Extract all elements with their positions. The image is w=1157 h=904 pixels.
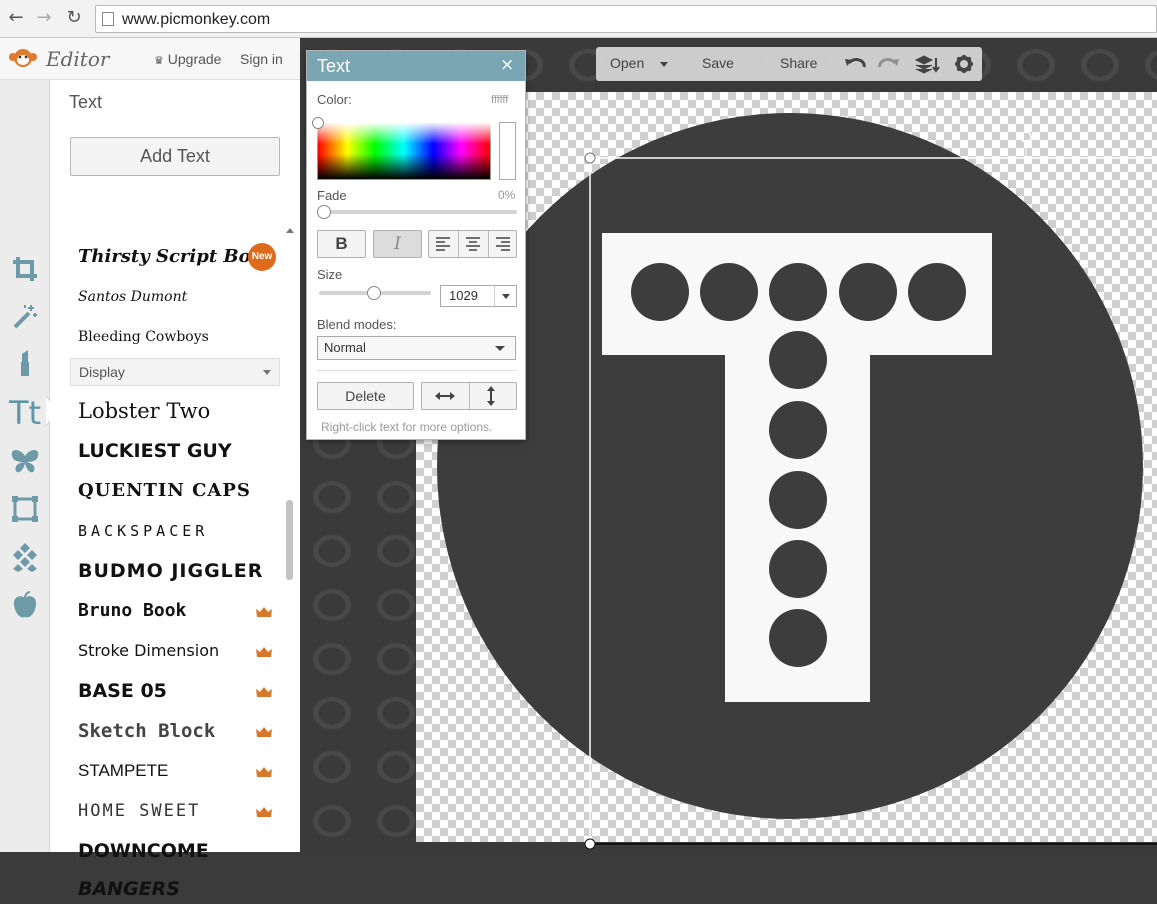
font-home-sweet[interactable]: HOME SWEET [78,796,200,826]
font-stampete[interactable]: STAMPETE [78,756,168,786]
align-group [428,230,517,258]
font-luckiest-guy[interactable]: LUCKIEST GUY [78,436,232,466]
align-right-icon[interactable] [495,237,511,251]
upgrade-label: Upgrade [167,51,222,67]
crown-icon [256,767,272,777]
save-button[interactable]: Save [702,55,734,71]
editor-toolbar: Open Save Share [596,47,982,81]
color-label: Color: [317,92,352,107]
chevron-down-icon [263,370,271,375]
frame-icon[interactable] [8,492,42,526]
gear-icon[interactable] [954,54,974,74]
panel-scrollbar[interactable] [286,500,293,580]
fade-value: 0% [498,188,516,202]
reload-icon[interactable]: ↻ [64,8,84,28]
close-icon[interactable]: × [500,55,514,75]
size-label: Size [317,267,343,282]
sidebar: Editor ♛ Upgrade Sign in Tt Text Add Tex… [0,38,300,900]
crown-icon [256,607,272,617]
dialog-title: Text [317,56,351,76]
divider [317,370,517,371]
layers-icon[interactable] [914,54,940,74]
add-text-button[interactable]: Add Text [70,137,280,176]
font-bangers[interactable]: BANGERS [78,874,180,904]
flip-group [421,382,517,410]
color-hex-value: ffffff [491,94,509,106]
panel-title: Text [69,92,103,112]
size-input[interactable]: 1029 [440,285,517,307]
color-picker-handle[interactable] [312,117,324,129]
color-swatch[interactable] [499,122,516,180]
font-thirsty-script[interactable]: Thirsty Script Bold [78,242,270,272]
url-text: www.picmonkey.com [122,11,271,28]
font-quentin-caps[interactable]: QUENTIN CAPS [78,476,251,506]
blend-mode-select[interactable]: Normal [317,336,516,360]
crown-icon [256,647,272,657]
share-button[interactable]: Share [780,55,817,71]
font-lobster-two[interactable]: Lobster Two [78,396,210,426]
text-panel: Text Add Text Thirsty Script Bold New Sa… [50,80,300,900]
font-downcome[interactable]: DOWNCOME [78,836,209,866]
fade-slider-track[interactable] [319,210,517,214]
blend-mode-value: Normal [324,340,366,355]
crown-icon: ♛ [154,55,164,67]
font-sketch-block[interactable]: Sketch Block [78,716,215,746]
undo-icon[interactable] [844,55,866,73]
arrow-right-icon[interactable]: → [34,8,54,28]
crop-icon[interactable] [8,252,42,286]
spectrum-highlight [317,122,491,144]
scroll-up-arrow[interactable] [286,228,294,233]
monkey-logo-icon [9,49,37,67]
butterfly-icon[interactable] [8,444,42,478]
address-bar[interactable]: www.picmonkey.com [95,5,1157,33]
fade-slider-handle[interactable] [317,205,331,219]
sign-in-link[interactable]: Sign in [240,51,283,67]
magic-wand-icon[interactable] [8,300,42,334]
browser-toolbar: ← → ↻ www.picmonkey.com [0,0,1157,38]
text-dialog: Text × Color: ffffff Fade 0% B I Size 10… [306,50,526,440]
delete-button[interactable]: Delete [317,382,414,410]
app-header: Editor ♛ Upgrade Sign in [0,38,300,80]
upgrade-link[interactable]: ♛ Upgrade [154,51,221,67]
font-santos-dumont[interactable]: Santos Dumont [78,282,187,312]
crown-icon [256,807,272,817]
flip-horizontal-icon[interactable] [434,390,456,402]
fade-label: Fade [317,188,347,203]
category-select[interactable]: Display [70,358,280,386]
chevron-down-icon[interactable] [494,286,516,306]
dialog-header[interactable]: Text × [307,51,525,81]
chevron-down-icon[interactable] [660,62,668,67]
font-budmo-jiggler[interactable]: BUDMO JIGGLER [78,556,263,586]
align-center-icon[interactable] [465,237,481,251]
page-icon [102,12,114,26]
canvas-artwork[interactable] [416,92,1157,852]
crown-icon [256,727,272,737]
text-tool-icon[interactable]: Tt [4,394,46,432]
new-badge: New [248,243,276,271]
app-title: Editor [46,47,110,71]
arrow-left-icon[interactable]: ← [6,8,26,28]
font-stroke-dimension[interactable]: Stroke Dimension [78,636,219,666]
hint-text: Right-click text for more options. [321,420,493,434]
lipstick-icon[interactable] [8,346,42,380]
font-bleeding-cowboys[interactable]: Bleeding Cowboys [78,322,209,352]
category-value: Display [79,364,125,380]
blend-modes-label: Blend modes: [317,317,397,332]
font-backspacer[interactable]: BACKSPACER [78,516,208,546]
texture-icon[interactable] [8,540,42,574]
open-button[interactable]: Open [610,55,644,71]
crown-icon [256,687,272,697]
apple-icon[interactable] [8,588,42,622]
align-left-icon[interactable] [435,237,451,251]
redo-icon[interactable] [878,55,900,73]
tool-rail: Tt [0,80,59,852]
size-slider-handle[interactable] [367,286,381,300]
font-bruno-book[interactable]: Bruno Book [78,596,186,626]
flip-vertical-icon[interactable] [485,385,497,407]
size-value: 1029 [449,288,478,303]
font-base-05[interactable]: BASE 05 [78,676,167,706]
bold-button[interactable]: B [317,230,366,258]
italic-button[interactable]: I [373,230,422,258]
